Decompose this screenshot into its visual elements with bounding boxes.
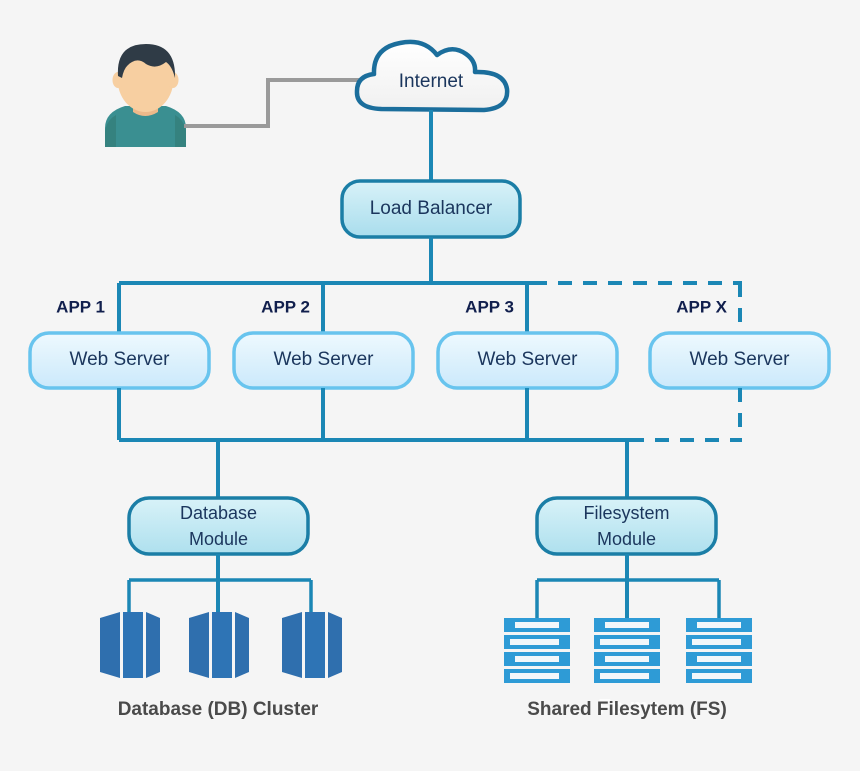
web-server-node-3[interactable]: Web Server — [436, 331, 619, 390]
app-label-2: APP 2 — [261, 297, 310, 316]
database-module-node[interactable]: Database Module — [127, 496, 310, 556]
server-stack-icon-2 — [594, 618, 660, 683]
web-server-node-x[interactable]: Web Server — [648, 331, 831, 390]
app-label-1: APP 1 — [56, 297, 105, 316]
server-stack-icon-3 — [686, 618, 752, 683]
filesystem-cluster-label: Shared Filesytem (FS) — [527, 699, 727, 720]
load-balancer-label: Load Balancer — [370, 198, 493, 219]
web-server-node-1[interactable]: Web Server — [28, 331, 211, 390]
database-cylinder-icon-1 — [100, 612, 160, 678]
database-cylinder-icon-3 — [282, 612, 342, 678]
filesystem-module-label-line2: Module — [597, 529, 656, 549]
database-module-label-line2: Module — [189, 529, 248, 549]
database-cylinder-icon-2 — [189, 612, 249, 678]
database-cluster-label: Database (DB) Cluster — [118, 699, 319, 720]
web-server-node-2[interactable]: Web Server — [232, 331, 415, 390]
internet-label: Internet — [399, 71, 464, 92]
web-server-label-3: Web Server — [478, 349, 579, 370]
web-server-label-1: Web Server — [70, 349, 171, 370]
load-balancer-node[interactable]: Load Balancer — [340, 179, 522, 239]
user-to-internet-connector — [184, 78, 368, 128]
architecture-diagram: Internet Load Balancer APP 1 APP 2 APP 3… — [28, 39, 831, 720]
server-stack-icon-1 — [504, 618, 570, 683]
app-label-3: APP 3 — [465, 297, 514, 316]
web-server-label-x: Web Server — [690, 349, 791, 370]
user-person-icon — [105, 44, 186, 147]
web-server-label-2: Web Server — [274, 349, 375, 370]
filesystem-module-node[interactable]: Filesystem Module — [535, 496, 718, 556]
diagram-canvas: Internet Load Balancer APP 1 APP 2 APP 3… — [0, 0, 860, 771]
database-module-label-line1: Database — [180, 503, 257, 523]
filesystem-module-label-line1: Filesystem — [583, 503, 669, 523]
internet-node[interactable]: Internet — [354, 39, 510, 113]
app-label-x: APP X — [676, 297, 727, 316]
